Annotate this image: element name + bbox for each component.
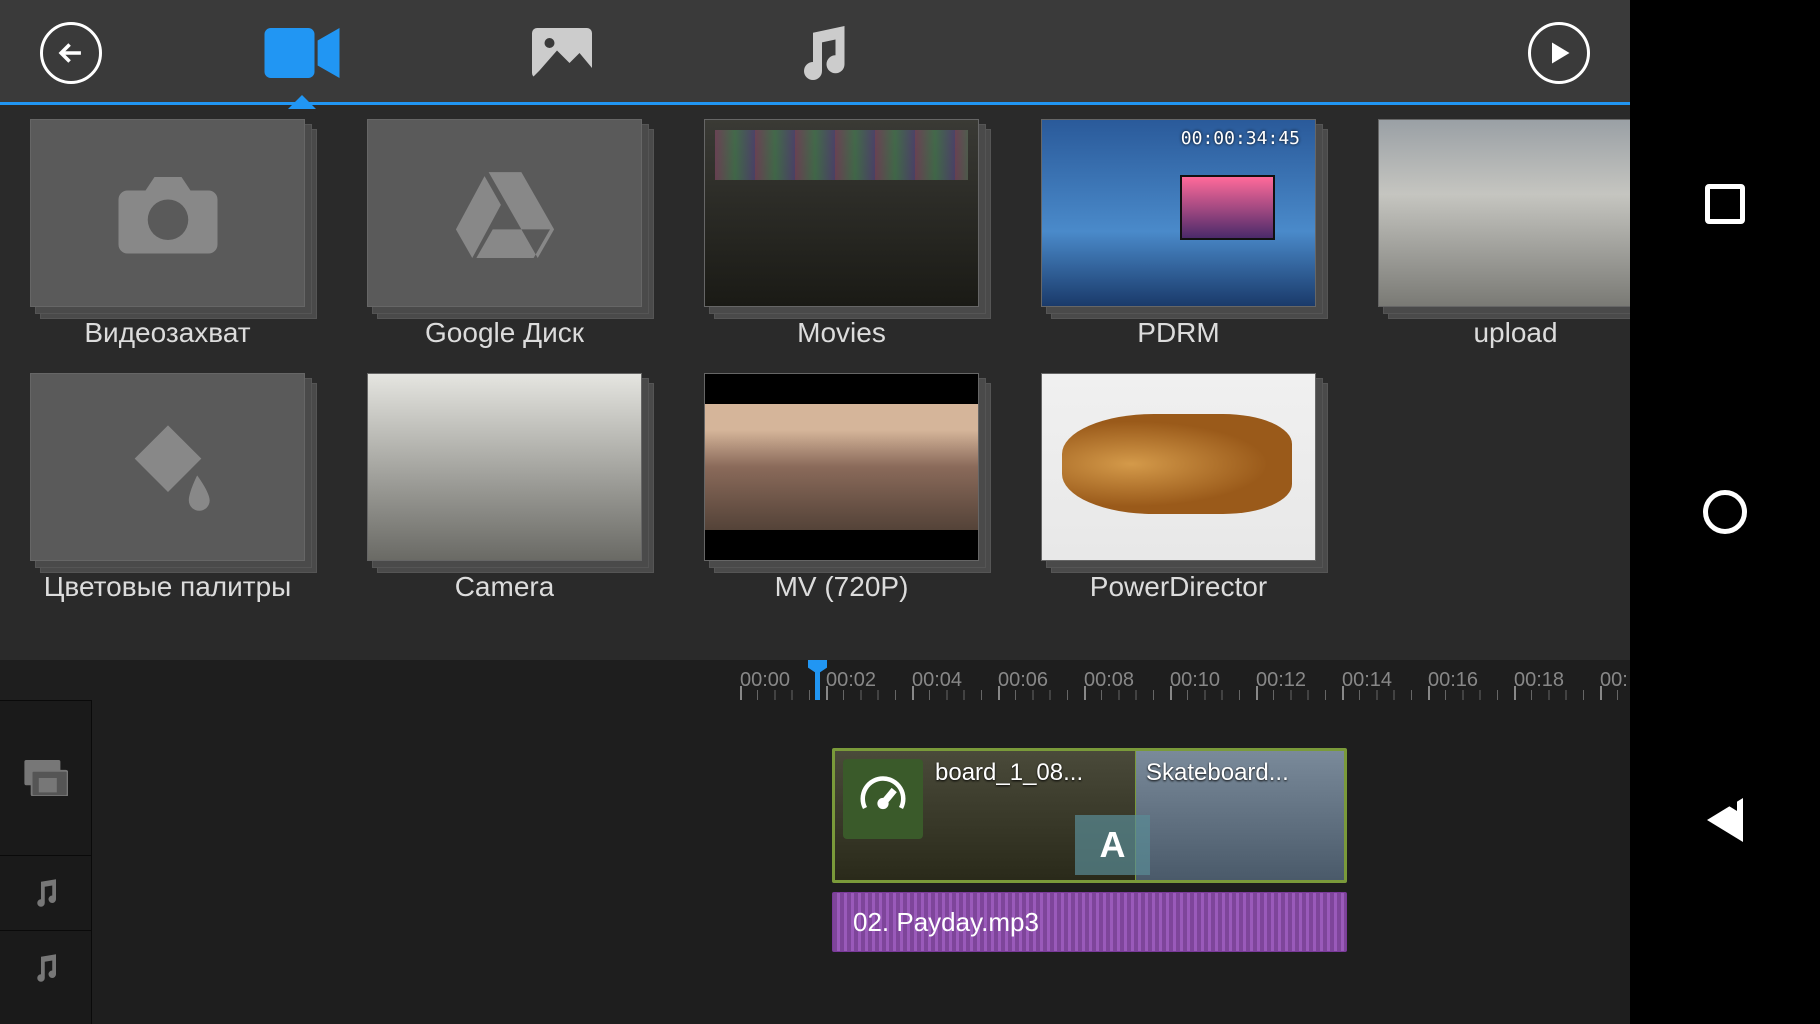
track-headers xyxy=(0,700,92,1024)
arrow-left-icon xyxy=(54,36,88,70)
android-nav-bar xyxy=(1630,0,1820,1024)
audio-clip-label: 02. Payday.mp3 xyxy=(853,907,1039,938)
ruler-label: 00: xyxy=(1600,669,1630,692)
thumb-stack xyxy=(704,119,979,307)
play-preview-button[interactable] xyxy=(1528,22,1590,84)
folder-label: MV (720P) xyxy=(775,571,909,603)
pdrm-tv-graphic xyxy=(1180,175,1275,240)
media-grid: Видеозахват Google Диск Movies xyxy=(30,119,1600,603)
ruler-label: 00:10 xyxy=(1170,669,1256,692)
triangle-back-icon xyxy=(1707,798,1743,842)
folder-label: PDRM xyxy=(1137,317,1219,349)
folder-google-drive[interactable]: Google Диск xyxy=(367,119,642,349)
folder-camera[interactable]: Camera xyxy=(367,373,642,603)
thumb: 00:00:34:45 xyxy=(1041,119,1316,307)
clip-label: board_1_08... xyxy=(935,759,1083,787)
toolbar-divider xyxy=(0,102,1630,105)
transition-letter: A xyxy=(1100,824,1126,866)
ruler-label: 00:18 xyxy=(1514,669,1600,692)
clip-label: Skateboard... xyxy=(1146,759,1289,787)
audio-track-1-header[interactable] xyxy=(0,855,91,930)
circle-icon xyxy=(1703,490,1747,534)
folder-color-palettes[interactable]: Цветовые палитры xyxy=(30,373,305,603)
folder-label: Google Диск xyxy=(425,317,584,349)
folder-movies[interactable]: Movies xyxy=(704,119,979,349)
tab-image[interactable] xyxy=(522,23,602,83)
image-icon xyxy=(531,28,593,78)
tracks-container: board_1_08... Skateboard... A 02. Payday… xyxy=(0,700,1630,1024)
camera-icon xyxy=(113,168,223,258)
thumb-stack xyxy=(367,373,642,561)
track-body[interactable]: board_1_08... Skateboard... A 02. Payday… xyxy=(92,700,1630,1024)
ruler-label: 00:00 xyxy=(740,669,826,692)
folder-label: Цветовые палитры xyxy=(44,571,292,603)
playhead[interactable] xyxy=(815,660,820,700)
nav-back-button[interactable] xyxy=(1695,790,1755,850)
thumb-stack xyxy=(30,373,305,561)
media-browser: Видеозахват Google Диск Movies xyxy=(0,105,1630,660)
ruler-label: 00:12 xyxy=(1256,669,1342,692)
paint-bucket-icon xyxy=(113,417,223,517)
nav-recent-apps-button[interactable] xyxy=(1695,174,1755,234)
top-toolbar xyxy=(0,0,1630,105)
thumb xyxy=(704,373,979,561)
app-window: Видеозахват Google Диск Movies xyxy=(0,0,1630,1024)
video-clip[interactable]: board_1_08... Skateboard... A xyxy=(832,748,1347,883)
folder-powerdirector[interactable]: PowerDirector xyxy=(1041,373,1316,603)
folder-label: Movies xyxy=(797,317,886,349)
folder-mv-720p[interactable]: MV (720P) xyxy=(704,373,979,603)
ruler-label: 00:02 xyxy=(826,669,912,692)
video-track-icon xyxy=(24,760,68,796)
thumb-stack xyxy=(704,373,979,561)
folder-label: Camera xyxy=(455,571,555,603)
time-ruler[interactable]: 00:00 00:02 00:04 00:06 00:08 00:10 00:1… xyxy=(0,660,1630,700)
videocam-icon xyxy=(264,28,340,78)
thumb-stack: 00:00:34:45 xyxy=(1041,119,1316,307)
ruler-label: 00:16 xyxy=(1428,669,1514,692)
video-track-header[interactable] xyxy=(0,700,91,855)
speed-effect-badge xyxy=(843,759,923,839)
folder-upload[interactable]: upload xyxy=(1378,119,1630,349)
back-button[interactable] xyxy=(40,22,102,84)
thumb xyxy=(367,373,642,561)
thumb xyxy=(704,119,979,307)
transition-marker[interactable]: A xyxy=(1075,815,1150,875)
video-clip-segment-2: Skateboard... xyxy=(1135,751,1344,880)
thumb xyxy=(1378,119,1630,307)
folder-label: Видеозахват xyxy=(84,317,250,349)
screen: Видеозахват Google Диск Movies xyxy=(0,0,1820,1024)
media-tabs xyxy=(262,23,862,83)
thumb-stack xyxy=(1041,373,1316,561)
timeline: 00:00 00:02 00:04 00:06 00:08 00:10 00:1… xyxy=(0,660,1630,1024)
music-note-icon xyxy=(795,26,849,80)
thumb xyxy=(30,119,305,307)
guitar-graphic xyxy=(1062,414,1292,514)
audio-track-icon xyxy=(31,878,61,908)
thumb xyxy=(1041,373,1316,561)
nav-home-button[interactable] xyxy=(1695,482,1755,542)
folder-label: PowerDirector xyxy=(1090,571,1267,603)
pdrm-timecode: 00:00:34:45 xyxy=(1181,128,1300,149)
play-icon xyxy=(1545,39,1573,67)
square-icon xyxy=(1705,184,1745,224)
thumb xyxy=(30,373,305,561)
folder-label: upload xyxy=(1473,317,1557,349)
thumb-stack xyxy=(367,119,642,307)
google-drive-icon xyxy=(455,168,555,258)
ruler-label: 00:04 xyxy=(912,669,998,692)
thumb-stack xyxy=(1378,119,1630,307)
audio-clip[interactable]: 02. Payday.mp3 xyxy=(832,892,1347,952)
folder-video-capture[interactable]: Видеозахват xyxy=(30,119,305,349)
ruler-label: 00:14 xyxy=(1342,669,1428,692)
audio-track-2-header[interactable] xyxy=(0,930,91,1005)
tab-video[interactable] xyxy=(262,23,342,83)
ruler-label: 00:08 xyxy=(1084,669,1170,692)
ruler-label: 00:06 xyxy=(998,669,1084,692)
tab-music[interactable] xyxy=(782,23,862,83)
thumb xyxy=(367,119,642,307)
folder-pdrm[interactable]: 00:00:34:45 PDRM xyxy=(1041,119,1316,349)
speedometer-icon xyxy=(856,772,910,826)
audio-track-icon xyxy=(31,953,61,983)
thumb-stack xyxy=(30,119,305,307)
